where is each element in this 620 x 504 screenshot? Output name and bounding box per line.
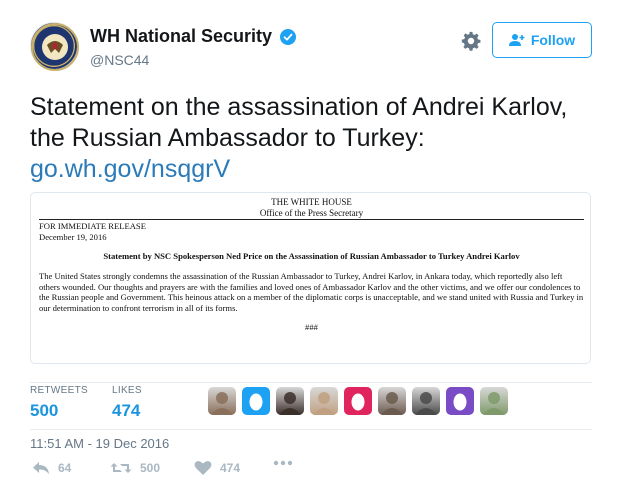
tweet-link[interactable]: go.wh.gov/nsqgrV bbox=[30, 154, 600, 185]
likes-stat[interactable]: LIKES 474 bbox=[112, 383, 142, 421]
reply-button[interactable]: 64 bbox=[32, 460, 71, 476]
person-photo-icon bbox=[279, 392, 301, 415]
tweet-timestamp[interactable]: 11:51 AM - 19 Dec 2016 bbox=[30, 436, 169, 451]
tweet-body: Statement on the assassination of Andrei… bbox=[30, 93, 568, 152]
liker-avatar[interactable] bbox=[480, 387, 508, 415]
liker-avatar[interactable] bbox=[276, 387, 304, 415]
liker-avatar-default[interactable] bbox=[344, 387, 372, 415]
liker-avatar[interactable] bbox=[208, 387, 236, 415]
tweet-header: WH National Security @NSC44 Follow bbox=[30, 20, 592, 72]
retweets-value: 500 bbox=[30, 401, 59, 420]
retweet-icon bbox=[110, 463, 132, 473]
retweets-label: RETWEETS bbox=[30, 385, 88, 396]
person-photo-icon bbox=[381, 392, 403, 415]
retweet-button[interactable]: 500 bbox=[110, 460, 160, 476]
doc-release: FOR IMMEDIATE RELEASE bbox=[39, 221, 146, 232]
follow-button[interactable]: Follow bbox=[492, 22, 592, 58]
egg-icon bbox=[453, 393, 467, 411]
doc-office: Office of the Press Secretary bbox=[39, 208, 584, 221]
tweet-stats: RETWEETS 500 LIKES 474 bbox=[30, 382, 592, 430]
person-photo-icon bbox=[211, 392, 233, 415]
follow-label: Follow bbox=[530, 32, 576, 48]
attached-image[interactable]: THE WHITE HOUSE Office of the Press Secr… bbox=[30, 192, 591, 364]
person-photo-icon bbox=[415, 392, 437, 415]
doc-end-mark: ### bbox=[305, 322, 318, 333]
likes-value: 474 bbox=[112, 401, 141, 420]
reply-icon bbox=[33, 462, 49, 474]
doc-heading: Statement by NSC Spokesperson Ned Price … bbox=[103, 251, 520, 262]
reply-count: 64 bbox=[58, 461, 72, 475]
like-count: 474 bbox=[220, 461, 241, 475]
display-name[interactable]: WH National Security bbox=[90, 26, 272, 47]
liker-avatar[interactable] bbox=[378, 387, 406, 415]
user-info: WH National Security @NSC44 bbox=[90, 26, 297, 68]
like-button[interactable]: 474 bbox=[194, 460, 240, 476]
person-photo-icon bbox=[313, 392, 335, 415]
person-photo-icon bbox=[483, 392, 505, 415]
tweet-actions: 64 500 474 bbox=[30, 460, 430, 484]
avatar[interactable] bbox=[30, 22, 79, 71]
retweets-stat[interactable]: RETWEETS 500 bbox=[30, 383, 88, 421]
more-icon bbox=[273, 460, 293, 466]
liker-avatar-default[interactable] bbox=[446, 387, 474, 415]
presidential-seal-icon bbox=[31, 23, 79, 71]
doc-date: December 19, 2016 bbox=[39, 231, 107, 242]
tweet-text: Statement on the assassination of Andrei… bbox=[30, 92, 600, 185]
egg-icon bbox=[249, 393, 263, 411]
more-button[interactable] bbox=[273, 460, 301, 466]
likes-label: LIKES bbox=[112, 385, 142, 396]
retweet-count: 500 bbox=[140, 461, 161, 475]
verified-badge-icon bbox=[280, 28, 297, 45]
heart-icon bbox=[194, 461, 212, 475]
liker-avatars bbox=[208, 387, 514, 417]
doc-body: The United States strongly condemns the … bbox=[39, 270, 584, 313]
add-user-icon bbox=[508, 34, 525, 46]
gear-icon[interactable] bbox=[460, 30, 482, 52]
user-handle[interactable]: @NSC44 bbox=[90, 52, 296, 68]
liker-avatar[interactable] bbox=[412, 387, 440, 415]
press-release-document: THE WHITE HOUSE Office of the Press Secr… bbox=[39, 197, 584, 333]
liker-avatar[interactable] bbox=[310, 387, 338, 415]
doc-house: THE WHITE HOUSE bbox=[271, 197, 352, 207]
egg-icon bbox=[351, 393, 365, 411]
liker-avatar-default[interactable] bbox=[242, 387, 270, 415]
